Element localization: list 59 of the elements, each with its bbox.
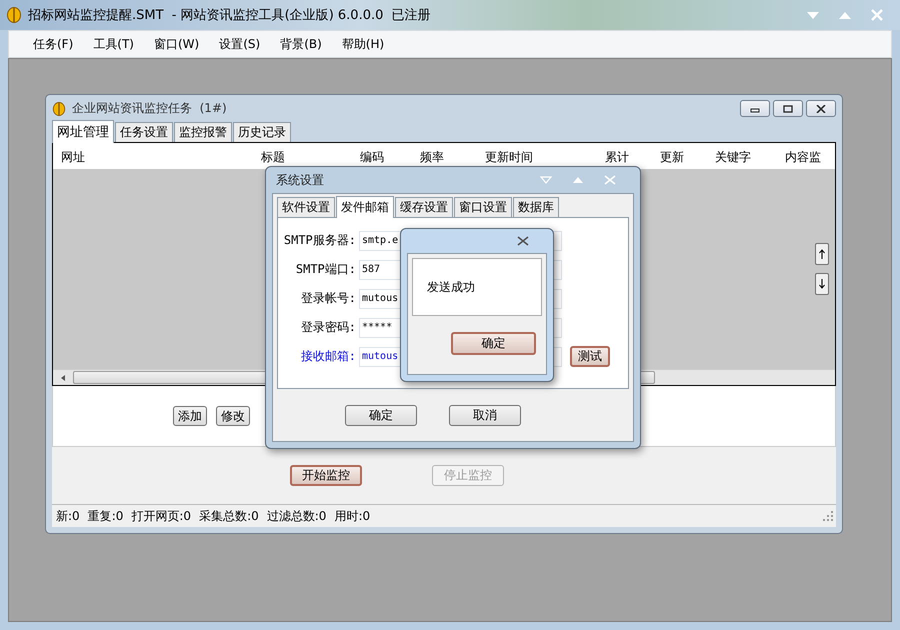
tab[interactable]: 任务设置: [115, 122, 173, 142]
menu-item[interactable]: 帮助(H): [332, 36, 394, 52]
menu-item[interactable]: 任务(F): [23, 36, 84, 52]
tab[interactable]: 软件设置: [277, 197, 335, 217]
maximize-button[interactable]: [773, 100, 803, 118]
test-button[interactable]: 测试: [570, 346, 610, 367]
field-label: SMTP服务器:: [282, 232, 357, 249]
tab[interactable]: 监控报警: [174, 122, 232, 142]
close-icon[interactable]: [517, 236, 529, 246]
coin-icon: [6, 6, 22, 24]
tab[interactable]: 发件邮箱: [336, 196, 394, 218]
move-down-button[interactable]: [815, 273, 829, 296]
menu-item[interactable]: 设置(S): [209, 36, 270, 52]
column-header[interactable]: 累计: [605, 148, 629, 166]
minimize-button[interactable]: [740, 100, 770, 118]
ok-button[interactable]: 确定: [451, 332, 536, 354]
monitor-button[interactable]: 开始监控: [290, 465, 362, 486]
status-text: 用时:0: [334, 508, 370, 525]
column-header[interactable]: 标题: [261, 148, 285, 166]
column-header[interactable]: 更新时间: [485, 148, 533, 166]
dialog-button[interactable]: 确定: [345, 404, 417, 426]
column-header[interactable]: 编码: [360, 148, 384, 166]
window-title: 企业网站资讯监控任务 (1#): [72, 100, 227, 118]
move-up-button[interactable]: [815, 243, 829, 266]
window-title: 招标网站监控提醒.SMT - 网站资讯监控工具(企业版) 6.0.0.0 已注册: [28, 7, 431, 24]
arrow-down-icon: [819, 279, 825, 290]
field-label: SMTP端口:: [294, 261, 357, 278]
close-button[interactable]: [806, 100, 836, 118]
resize-grip-icon[interactable]: [823, 511, 833, 522]
tab[interactable]: 窗口设置: [454, 197, 512, 217]
column-header[interactable]: 更新: [660, 148, 684, 166]
dialog-button[interactable]: 取消: [449, 404, 521, 426]
field-label: 登录密码:: [300, 319, 357, 336]
tab[interactable]: 网址管理: [52, 120, 114, 143]
field-label: 接收邮箱:: [300, 348, 357, 365]
status-text: 过滤总数:0: [266, 508, 326, 525]
maximize-icon: [783, 104, 793, 113]
tab[interactable]: 数据库: [513, 197, 559, 217]
close-icon: [816, 104, 826, 113]
table-action-button[interactable]: 修改: [216, 406, 250, 426]
menu-item[interactable]: 工具(T): [83, 36, 144, 52]
coin-icon: [52, 100, 66, 117]
dialog-title: 系统设置: [276, 172, 324, 188]
column-header[interactable]: 网址: [61, 148, 85, 166]
menu-item[interactable]: 窗口(W): [144, 36, 210, 52]
status-text: 打开网页:0: [131, 508, 192, 525]
status-text: 新:0: [56, 508, 80, 525]
status-text: 重复:0: [88, 508, 124, 525]
column-header[interactable]: 频率: [420, 148, 444, 166]
column-header[interactable]: 关键字: [715, 148, 751, 166]
column-header[interactable]: 内容监: [785, 148, 821, 166]
arrow-up-icon: [819, 249, 825, 260]
tab[interactable]: 历史记录: [233, 122, 291, 142]
table-action-button[interactable]: 添加: [173, 406, 207, 426]
menu-item[interactable]: 背景(B): [270, 36, 332, 52]
field-label: 登录帐号:: [300, 290, 357, 307]
status-text: 采集总数:0: [199, 508, 259, 525]
message-text: 发送成功: [427, 278, 475, 296]
tab[interactable]: 缓存设置: [395, 197, 453, 217]
